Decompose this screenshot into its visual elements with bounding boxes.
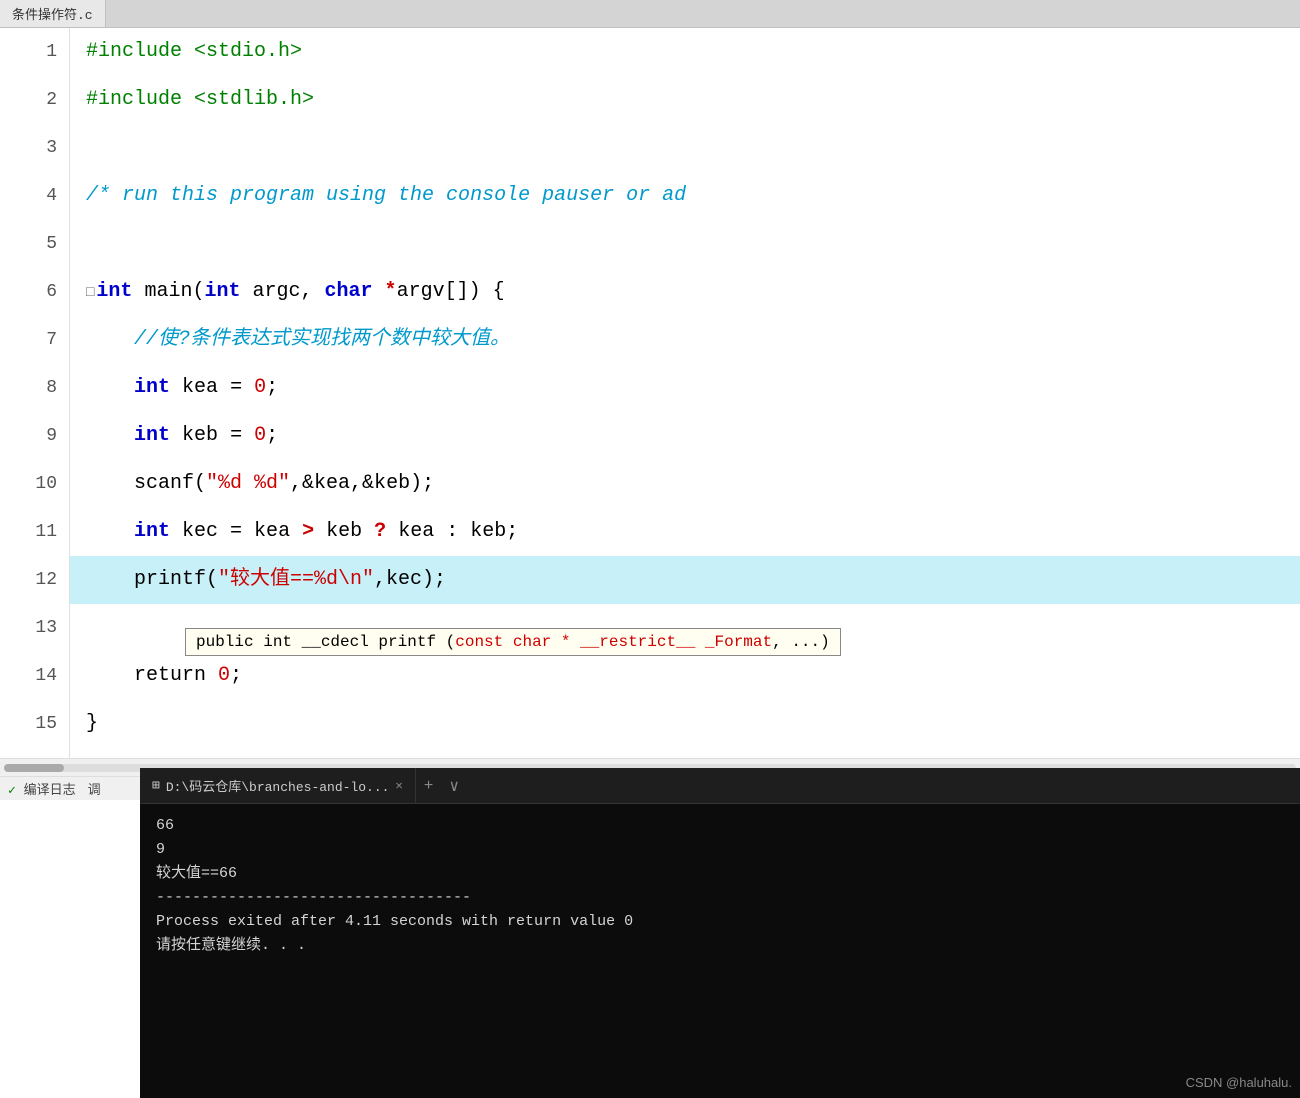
tab-label: 条件操作符.c [12,4,93,23]
code-line-7: //使?条件表达式实现找两个数中较大值。 [70,316,1300,364]
tab-bar: 条件操作符.c [0,0,1300,28]
status-label-1: 编译日志 [24,783,76,798]
terminal-output-line: 请按任意键继续. . . [156,934,1284,958]
terminal-tab-bar: ⊞ D:\码云仓库\branches-and-lo... ✕ + ∨ [140,768,1300,804]
line-number-11: 11 [8,508,57,556]
collapse-icon[interactable]: □ [86,285,94,301]
terminal-output-line: 66 [156,814,1284,838]
code-line-1: #include <stdio.h> [70,28,1300,76]
status-label-2: 调 [88,783,101,798]
line-number-5: 5 [8,220,57,268]
line-number-10: 10 [8,460,57,508]
code-line-14: return 0; [70,652,1300,700]
line-number-8: 8 [8,364,57,412]
line-number-13: 13 [8,604,57,652]
terminal-close-icon[interactable]: ✕ [395,778,402,793]
tooltip-type: const char * __restrict__ _Format [455,633,772,651]
status-item-2[interactable]: 调 [88,779,101,798]
tab-item[interactable]: 条件操作符.c [0,0,106,27]
line-number-6: 6 [8,268,57,316]
tooltip-suffix: , ...) [772,633,830,651]
terminal-output-line: ----------------------------------- [156,886,1284,910]
scrollbar-thumb[interactable] [4,764,64,772]
line-number-9: 9 [8,412,57,460]
terminal-output-line: 较大值==66 [156,862,1284,886]
terminal-output-line: 9 [156,838,1284,862]
line-number-2: 2 [8,76,57,124]
line-number-15: 15 [8,700,57,748]
check-icon: ✓ [8,783,16,798]
line-number-14: 14 [8,652,57,700]
code-line-10: scanf("%d %d",&kea,&keb); [70,460,1300,508]
code-line-6: □int main(int argc, char *argv[]) { [70,268,1300,316]
code-line-2: #include <stdlib.h> [70,76,1300,124]
tooltip-prefix: public int __cdecl printf ( [196,633,455,651]
code-line-4: /* run this program using the console pa… [70,172,1300,220]
code-line-8: int kea = 0; [70,364,1300,412]
line-numbers: 123456789101112131415 [0,28,70,758]
line-number-7: 7 [8,316,57,364]
code-line-12: printf("较大值==%d\n",kec); [70,556,1300,604]
code-line-15: } [70,700,1300,748]
code-line-9: int keb = 0; [70,412,1300,460]
code-line-5 [70,220,1300,268]
code-line-11: int kec = kea > keb ? kea : keb; [70,508,1300,556]
line-number-12: 12 [8,556,57,604]
terminal-tab-label: D:\码云仓库\branches-and-lo... [166,776,390,795]
terminal-tab-icon: ⊞ [152,778,160,793]
editor-area: 123456789101112131415 #include <stdio.h>… [0,28,1300,758]
tooltip-popup: public int __cdecl printf (const char * … [185,628,841,656]
terminal-output-line: Process exited after 4.11 seconds with r… [156,910,1284,934]
code-line-3 [70,124,1300,172]
csdn-watermark-text: CSDN @haluhalu. [1186,1075,1292,1090]
terminal-dropdown-button[interactable]: ∨ [441,776,467,796]
status-item-1[interactable]: ✓ 编译日志 [8,779,76,798]
terminal-tab[interactable]: ⊞ D:\码云仓库\branches-and-lo... ✕ [140,768,416,803]
terminal-content: 669较大值==66------------------------------… [140,804,1300,1098]
csdn-watermark: CSDN @haluhalu. [1186,1075,1292,1090]
terminal-add-button[interactable]: + [416,777,442,795]
line-number-1: 1 [8,28,57,76]
line-number-3: 3 [8,124,57,172]
line-number-4: 4 [8,172,57,220]
terminal-container: ⊞ D:\码云仓库\branches-and-lo... ✕ + ∨ 669较大… [140,768,1300,1098]
